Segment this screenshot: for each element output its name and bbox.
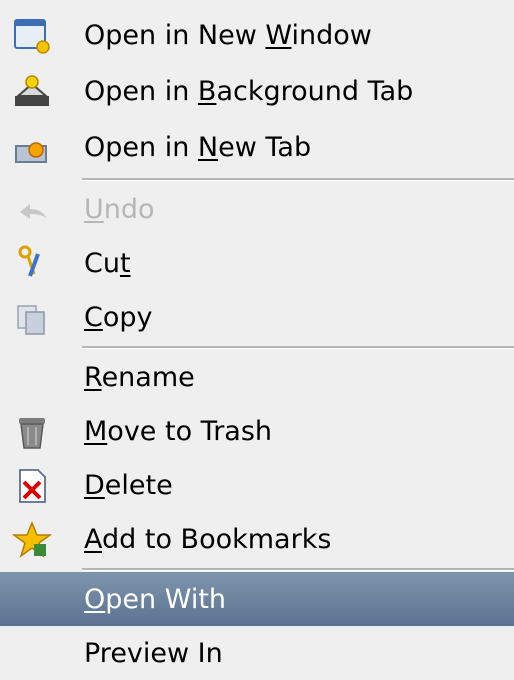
bookmark-star-icon (12, 520, 52, 560)
menu-item-preview-in[interactable]: Preview In (0, 626, 514, 680)
trash-icon (12, 412, 52, 452)
menu-item-add-to-bookmarks[interactable]: Add to Bookmarks (0, 512, 514, 566)
menu-item-label: Rename (84, 362, 195, 393)
delete-icon (12, 466, 52, 506)
menu-item-cut[interactable]: Cut (0, 236, 514, 290)
menu-item-label: Delete (84, 470, 173, 501)
menu-item-rename[interactable]: Rename (0, 350, 514, 404)
menu-item-label: Preview In (84, 638, 223, 669)
context-menu: Open in New Window Open in Background Ta… (0, 0, 514, 669)
menu-item-label: Open in Background Tab (84, 76, 414, 107)
menu-item-open-with[interactable]: Open With (0, 572, 514, 626)
menu-item-delete[interactable]: Delete (0, 458, 514, 512)
undo-icon (12, 190, 52, 230)
menu-item-label: Open in New Tab (84, 132, 312, 163)
menu-item-label: Cut (84, 248, 131, 279)
background-tab-icon (12, 72, 52, 112)
menu-item-label: Copy (84, 302, 153, 333)
menu-separator (82, 178, 514, 181)
menu-separator (82, 568, 514, 571)
menu-separator (82, 346, 514, 349)
menu-item-move-to-trash[interactable]: Move to Trash (0, 404, 514, 458)
menu-item-open-new-window[interactable]: Open in New Window (0, 8, 514, 62)
menu-item-label: Add to Bookmarks (84, 524, 332, 555)
menu-item-label: Move to Trash (84, 416, 273, 447)
new-window-icon (12, 16, 52, 56)
menu-item-label: Undo (84, 194, 155, 225)
copy-icon (12, 298, 52, 338)
menu-item-open-background-tab[interactable]: Open in Background Tab (0, 64, 514, 118)
menu-item-label: Open in New Window (84, 20, 372, 51)
menu-item-copy[interactable]: Copy (0, 290, 514, 344)
menu-item-undo[interactable]: Undo (0, 182, 514, 236)
menu-item-label: Open With (84, 584, 227, 615)
new-tab-icon (12, 128, 52, 168)
menu-item-open-new-tab[interactable]: Open in New Tab (0, 120, 514, 174)
scissors-icon (12, 244, 52, 284)
